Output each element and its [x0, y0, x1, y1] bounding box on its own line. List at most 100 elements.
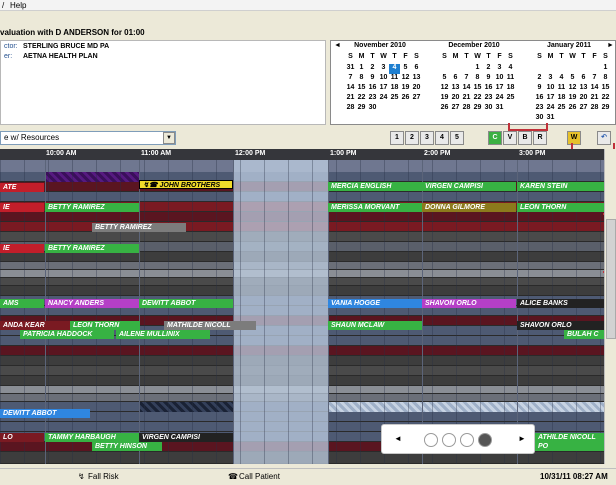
appointment-block[interactable]: DONNA GILMORE: [422, 203, 516, 212]
calendar-day[interactable]: 14: [461, 84, 472, 94]
mode-button-b[interactable]: B: [518, 131, 532, 145]
calendar-day[interactable]: 12: [439, 84, 450, 94]
call-patient-label[interactable]: Call Patient: [239, 472, 280, 481]
calendar-day[interactable]: 10: [494, 74, 505, 84]
calendar-day[interactable]: 6: [578, 74, 589, 84]
calendar-day[interactable]: 3: [378, 64, 389, 74]
appointment-block[interactable]: ATE: [0, 183, 44, 192]
calendar-day[interactable]: 9: [367, 74, 378, 84]
appointment-block[interactable]: TAMMY HARBAUGH: [45, 433, 139, 442]
calendar-day[interactable]: 2: [483, 64, 494, 74]
scrollbar-thumb[interactable]: [606, 219, 616, 339]
calendar-day[interactable]: 2: [534, 74, 545, 84]
page-button-4[interactable]: 4: [435, 131, 449, 145]
page-button-5[interactable]: 5: [450, 131, 464, 145]
appointment-block[interactable]: SHAUN MCLAW: [328, 321, 422, 330]
calendar-day[interactable]: 9: [483, 74, 494, 84]
mode-button-v[interactable]: V: [503, 131, 517, 145]
appointment-block[interactable]: ALICE BANKS: [517, 299, 604, 308]
calendar-day[interactable]: 15: [600, 84, 611, 94]
calendar-day[interactable]: 4: [389, 64, 400, 74]
appointment-block[interactable]: MERISSA MORVANT: [328, 203, 422, 212]
appointment-block[interactable]: VANIA HOGGE: [328, 299, 422, 308]
calendar-day[interactable]: 29: [600, 104, 611, 114]
calendar-day[interactable]: 6: [411, 64, 422, 74]
calendar-day[interactable]: 18: [505, 84, 516, 94]
appointment-block[interactable]: LO: [0, 433, 44, 442]
calendar-day[interactable]: 2: [367, 64, 378, 74]
calendar-day[interactable]: 14: [589, 84, 600, 94]
appointment-block[interactable]: KAREN STEIN: [517, 182, 604, 191]
calendar-day[interactable]: 10: [378, 74, 389, 84]
calendar-day[interactable]: 5: [439, 74, 450, 84]
calendar-day[interactable]: 5: [400, 64, 411, 74]
carousel-prev-icon[interactable]: ◄: [394, 434, 402, 443]
calendar-day[interactable]: 6: [450, 74, 461, 84]
calendar-day[interactable]: 1: [356, 64, 367, 74]
calendar-day[interactable]: 8: [600, 74, 611, 84]
calendar-day[interactable]: 18: [389, 84, 400, 94]
appointment-block[interactable]: BETTY HINSON: [92, 442, 162, 451]
appointment-block[interactable]: MERCIA ENGLISH: [328, 182, 422, 191]
appointment-block[interactable]: IE: [0, 203, 44, 212]
calendar-day[interactable]: 23: [367, 94, 378, 104]
calendar-day[interactable]: 7: [461, 74, 472, 84]
appointment-block[interactable]: LEON THORN: [70, 321, 140, 330]
calendar-day[interactable]: 10: [545, 84, 556, 94]
calendar-day[interactable]: 28: [345, 104, 356, 114]
calendar-day[interactable]: 15: [472, 84, 483, 94]
appointment-block[interactable]: SHAVON ORLO: [517, 321, 604, 330]
calendar-day[interactable]: 11: [389, 74, 400, 84]
calendar-day[interactable]: 3: [545, 74, 556, 84]
calendar-day[interactable]: 3: [494, 64, 505, 74]
appointment-block[interactable]: NANCY ANDERS: [45, 299, 139, 308]
calendar-day[interactable]: 21: [589, 94, 600, 104]
view-select[interactable]: e w/ Resources: [0, 131, 176, 145]
calendar-day[interactable]: 11: [556, 84, 567, 94]
calendar-day[interactable]: 18: [556, 94, 567, 104]
calendar-day[interactable]: 1: [600, 64, 611, 74]
appointment-block[interactable]: DEWITT ABBOT: [0, 409, 90, 418]
calendar-day[interactable]: 12: [567, 84, 578, 94]
calendar-day[interactable]: 24: [545, 104, 556, 114]
calendar-day[interactable]: 24: [494, 94, 505, 104]
appointment-block[interactable]: LEON THORN: [517, 203, 604, 212]
vertical-scrollbar[interactable]: [604, 149, 616, 464]
calendar-day[interactable]: 28: [461, 104, 472, 114]
appointment-block[interactable]: BULAH C: [564, 330, 604, 339]
carousel-dot[interactable]: [460, 433, 474, 447]
calendar-day[interactable]: 25: [389, 94, 400, 104]
calendar-day[interactable]: 11: [505, 74, 516, 84]
calendar-day[interactable]: 22: [472, 94, 483, 104]
calendar-day[interactable]: 31: [494, 104, 505, 114]
carousel-next-icon[interactable]: ►: [518, 434, 526, 443]
appointment-block[interactable]: PO: [535, 442, 604, 451]
appointment-block[interactable]: VIRGEN CAMPISI: [139, 433, 233, 442]
calendar-day[interactable]: 23: [483, 94, 494, 104]
appointment-block[interactable]: BETTY RAMIREZ: [45, 244, 139, 253]
calendar-day[interactable]: 25: [556, 104, 567, 114]
calendar-day[interactable]: 19: [439, 94, 450, 104]
carousel-dot[interactable]: [442, 433, 456, 447]
carousel-dot[interactable]: [424, 433, 438, 447]
calendar-day[interactable]: 25: [505, 94, 516, 104]
calendar-day[interactable]: 20: [578, 94, 589, 104]
calendar-day[interactable]: 15: [356, 84, 367, 94]
calendar-day[interactable]: 26: [400, 94, 411, 104]
menu-item-prev[interactable]: /: [2, 1, 4, 10]
calendar-day[interactable]: 20: [450, 94, 461, 104]
calendar-day[interactable]: 30: [483, 104, 494, 114]
calendar-day[interactable]: 12: [400, 74, 411, 84]
appointment-block[interactable]: ↯☎ JOHN BROTHERS: [139, 180, 233, 189]
appointment-block[interactable]: ATHILDE NICOLL: [535, 433, 604, 442]
calendar-day[interactable]: 31: [345, 64, 356, 74]
calendar-day[interactable]: 22: [600, 94, 611, 104]
calendar-day[interactable]: 22: [356, 94, 367, 104]
calendar-day[interactable]: 17: [494, 84, 505, 94]
calendar-day[interactable]: 13: [578, 84, 589, 94]
mode-button-r[interactable]: R: [533, 131, 547, 145]
calendar-day[interactable]: 19: [400, 84, 411, 94]
calendar-day[interactable]: 7: [345, 74, 356, 84]
chevron-down-icon[interactable]: ▼: [163, 132, 175, 144]
calendar-day[interactable]: 26: [439, 104, 450, 114]
